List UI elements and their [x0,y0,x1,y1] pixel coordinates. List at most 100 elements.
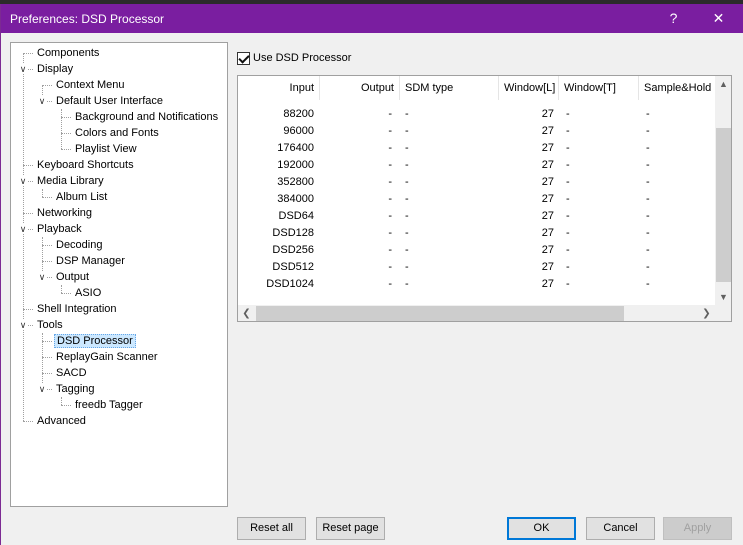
tree-item-display[interactable]: Display [35,61,75,77]
cancel-button[interactable]: Cancel [586,517,655,540]
table-row[interactable]: 96000- -27- - [238,123,715,140]
horizontal-scrollbar[interactable]: ❮ ❯ [238,305,715,321]
tree-expand-chevron-icon[interactable]: ∨ [37,384,47,394]
tree-item-playback[interactable]: Playback [35,221,84,237]
table-cell: - [388,244,392,256]
reset-all-button[interactable]: Reset all [237,517,306,540]
scroll-down-icon[interactable]: ▼ [715,289,731,306]
column-header-sample-hold[interactable]: Sample&Hold [639,76,719,100]
table-cell: 192000 [277,159,314,171]
tree-item-label: Playlist View [75,143,137,155]
tree-item-dsd-processor[interactable]: DSD Processor [54,333,136,349]
close-button[interactable]: ✕ [696,4,741,33]
scroll-right-icon[interactable]: ❯ [698,305,715,321]
tree-item-label: Context Menu [56,79,125,91]
tree-expand-chevron-icon[interactable]: ∨ [18,64,28,74]
help-button[interactable]: ? [651,4,696,33]
tree-expand-chevron-icon[interactable]: ∨ [18,320,28,330]
tree-item-replaygain-scanner[interactable]: ReplayGain Scanner [54,349,160,365]
tree-expand-chevron-icon[interactable]: ∨ [37,272,47,282]
window-title: Preferences: DSD Processor [10,12,165,26]
tree-item-asio[interactable]: ASIO [73,285,103,301]
tree-item-default-user-interface[interactable]: Default User Interface [54,93,165,109]
use-dsd-checkbox[interactable] [237,51,250,65]
tree-item-shell-integration[interactable]: Shell Integration [35,301,119,317]
column-header-window-l-[interactable]: Window[L] [499,76,559,100]
column-header-window-t-[interactable]: Window[T] [559,76,639,100]
tree-item-output[interactable]: Output [54,269,91,285]
table-row[interactable]: 192000- -27- - [238,157,715,174]
table-cell: - [566,261,570,273]
tree-expand-chevron-icon[interactable]: ∨ [37,96,47,106]
tree-item-components[interactable]: Components [35,45,101,61]
table-cell: - [405,261,409,273]
table-cell: - [646,193,650,205]
tree-item-decoding[interactable]: Decoding [54,237,104,253]
tree-branch-line [42,373,52,374]
vertical-scroll-thumb[interactable] [716,128,731,282]
tree-item-keyboard-shortcuts[interactable]: Keyboard Shortcuts [35,157,136,173]
tree-guide-line [42,237,43,277]
table-cell: 27 [541,227,554,239]
table-cell: 27 [541,108,554,120]
tree-item-label: Shell Integration [37,303,117,315]
tree-branch-line [23,165,33,166]
table-row[interactable]: DSD1024- -27- - [238,276,715,293]
apply-button[interactable]: Apply [663,517,732,540]
tree-item-tools[interactable]: Tools [35,317,65,333]
table-cell: - [405,176,409,188]
table-cell: - [388,142,392,154]
tree-guide-line [42,189,43,197]
tree-item-playlist-view[interactable]: Playlist View [73,141,139,157]
table-row[interactable]: 176400- -27- - [238,140,715,157]
tree-expand-chevron-icon[interactable]: ∨ [18,176,28,186]
tree-item-label: Media Library [37,175,104,187]
tree-item-background-and-notifications[interactable]: Background and Notifications [73,109,220,125]
tree-item-networking[interactable]: Networking [35,205,94,221]
tree-item-freedb-tagger[interactable]: freedb Tagger [73,397,145,413]
tree-item-label: Networking [37,207,93,219]
tree-item-context-menu[interactable]: Context Menu [54,77,126,93]
table-cell: - [566,176,570,188]
table-row[interactable]: 384000- -27- - [238,191,715,208]
preferences-tree[interactable]: Components ∨ Display Context Menu ∨ Default U… [10,42,228,507]
dsd-settings-grid[interactable]: Input Output SDM type Window[L] Window[T] Sam… [237,75,732,322]
preferences-window: Preferences: DSD Processor ? ✕ Component… [0,4,743,545]
scroll-left-icon[interactable]: ❮ [238,305,255,321]
table-cell: - [646,244,650,256]
table-cell: 96000 [283,125,314,137]
tree-item-media-library[interactable]: Media Library [35,173,106,189]
table-cell: - [405,159,409,171]
scroll-up-icon[interactable]: ▲ [715,76,731,93]
table-row[interactable]: DSD256- -27- - [238,242,715,259]
title-bar: Preferences: DSD Processor ? ✕ [1,4,743,33]
tree-item-colors-and-fonts[interactable]: Colors and Fonts [73,125,161,141]
column-header-input[interactable]: Input [238,76,320,100]
table-cell: DSD64 [278,210,314,222]
table-row[interactable]: 88200- -27- - [238,106,715,123]
tree-item-sacd[interactable]: SACD [54,365,89,381]
tree-branch-line [23,53,33,54]
horizontal-scroll-thumb[interactable] [256,306,624,321]
table-row[interactable]: DSD64- -27- - [238,208,715,225]
reset-page-button[interactable]: Reset page [316,517,385,540]
tree-item-dsp-manager[interactable]: DSP Manager [54,253,127,269]
use-dsd-checkbox-row[interactable]: Use DSD Processor [237,51,351,67]
tree-item-advanced[interactable]: Advanced [35,413,88,429]
tree-expand-chevron-icon[interactable]: ∨ [18,224,28,234]
table-row[interactable]: DSD512- -27- - [238,259,715,276]
ok-button[interactable]: OK [507,517,576,540]
vertical-scrollbar[interactable]: ▲ ▼ [715,76,731,306]
tree-item-label: Keyboard Shortcuts [37,159,134,171]
tree-item-tagging[interactable]: Tagging [54,381,97,397]
table-row[interactable]: 352800- -27- - [238,174,715,191]
table-cell: - [646,176,650,188]
tree-branch-line [23,309,33,310]
column-header-output[interactable]: Output [320,76,400,100]
table-row[interactable]: DSD128- -27- - [238,225,715,242]
tree-branch-line [42,245,52,246]
table-cell: 27 [541,159,554,171]
tree-branch-line [61,117,71,118]
column-header-sdm-type[interactable]: SDM type [400,76,499,100]
tree-item-album-list[interactable]: Album List [54,189,109,205]
